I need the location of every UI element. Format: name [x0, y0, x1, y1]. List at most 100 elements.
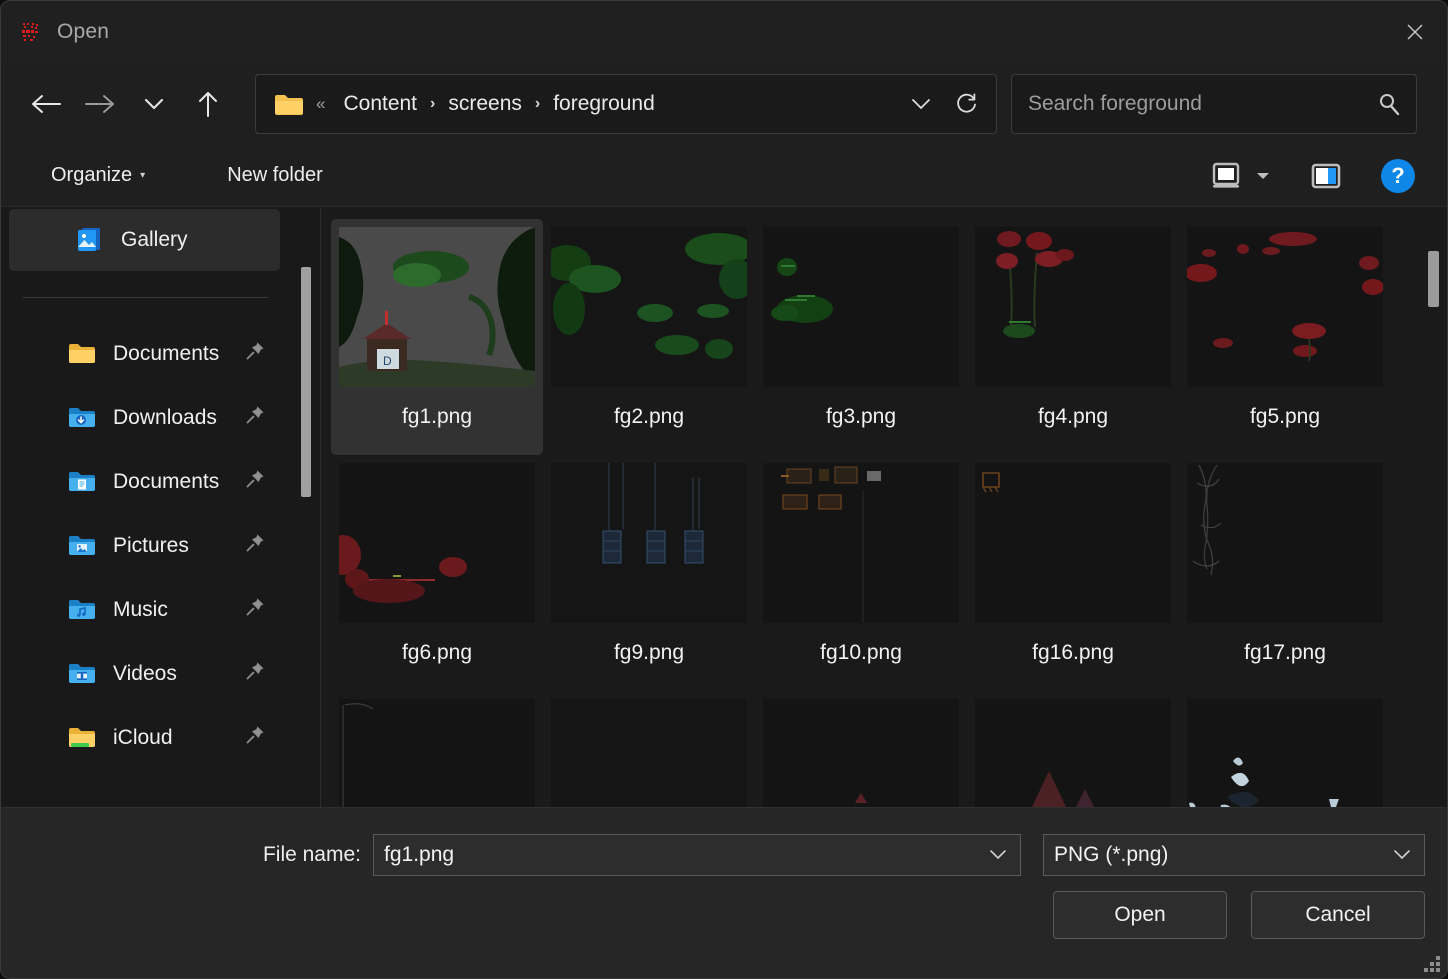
chevron-down-icon[interactable] — [988, 848, 1008, 863]
window-title: Open — [57, 20, 110, 43]
close-button[interactable] — [1383, 1, 1447, 63]
sidebar-item-icloud[interactable]: iCloud — [1, 706, 320, 770]
sidebar-label: Documents — [113, 470, 220, 493]
pin-icon[interactable] — [244, 404, 266, 432]
file-item[interactable] — [755, 691, 967, 807]
file-item[interactable]: fg10.png — [755, 455, 967, 691]
folder-downloads-icon — [67, 403, 97, 433]
file-name: fg17.png — [1244, 641, 1326, 664]
search-box[interactable] — [1011, 74, 1417, 134]
file-name-value: fg1.png — [384, 843, 455, 866]
file-thumbnail — [1187, 699, 1383, 807]
file-item[interactable] — [967, 691, 1179, 807]
file-item[interactable]: fg17.png — [1179, 455, 1391, 691]
folder-documents-icon — [67, 467, 97, 497]
open-button[interactable]: Open — [1053, 891, 1227, 939]
breadcrumb-foreground[interactable]: foreground — [549, 89, 659, 119]
file-item[interactable] — [331, 691, 543, 807]
file-item[interactable]: fg2.png — [543, 219, 755, 455]
file-name: fg16.png — [1032, 641, 1114, 664]
preview-pane-icon[interactable] — [1303, 153, 1349, 199]
file-list-scrollbar-thumb[interactable] — [1428, 251, 1439, 307]
file-name: fg3.png — [825, 405, 897, 428]
file-item[interactable]: fg6.png — [331, 455, 543, 691]
command-bar: Organize ▾ New folder ? — [1, 145, 1447, 207]
search-icon[interactable] — [1376, 91, 1402, 117]
file-item[interactable] — [1179, 691, 1391, 807]
organize-button[interactable]: Organize ▾ — [41, 158, 155, 193]
sidebar-item-documents-local[interactable]: Documents — [1, 322, 320, 386]
new-folder-button[interactable]: New folder — [217, 158, 333, 193]
file-thumbnail — [1187, 227, 1383, 387]
breadcrumb-separator-1[interactable]: › — [430, 95, 435, 113]
folder-yellow-icon — [67, 339, 97, 369]
file-type-row: PNG (*.png) — [1043, 834, 1425, 876]
help-button[interactable]: ? — [1375, 153, 1421, 199]
pin-icon[interactable] — [244, 596, 266, 624]
chevron-down-icon[interactable] — [898, 81, 944, 127]
up-button[interactable] — [181, 80, 235, 128]
file-name: fg9.png — [613, 641, 685, 664]
sidebar-label: Videos — [113, 662, 177, 685]
file-thumbnail: D — [339, 227, 535, 387]
open-label: Open — [1114, 903, 1166, 926]
file-thumbnail — [975, 699, 1171, 807]
breadcrumb-screens[interactable]: screens — [444, 89, 526, 119]
pin-icon[interactable] — [244, 532, 266, 560]
file-item[interactable]: fg4.png — [967, 219, 1179, 455]
file-name-label: File name: — [262, 843, 361, 866]
file-name: fg4.png — [1037, 405, 1109, 428]
address-bar[interactable]: « Content › screens › foreground — [255, 74, 997, 134]
breadcrumb-separator-2[interactable]: › — [535, 95, 540, 113]
forward-button[interactable] — [73, 80, 127, 128]
view-layout-icon[interactable] — [1203, 153, 1249, 199]
search-input[interactable] — [1028, 92, 1376, 116]
file-name-input[interactable]: fg1.png — [373, 834, 1021, 876]
sidebar-item-videos[interactable]: Videos — [1, 642, 320, 706]
sidebar-item-documents-cloud[interactable]: Documents — [1, 450, 320, 514]
file-thumbnail — [975, 463, 1171, 623]
sidebar-item-pictures[interactable]: Pictures — [1, 514, 320, 578]
navigation-bar: « Content › screens › foreground — [1, 63, 1447, 145]
breadcrumb-content[interactable]: Content — [339, 89, 421, 119]
back-button[interactable] — [19, 80, 73, 128]
pin-icon[interactable] — [244, 724, 266, 752]
resize-grip[interactable] — [1422, 954, 1440, 972]
cancel-button[interactable]: Cancel — [1251, 891, 1425, 939]
chevron-down-icon[interactable] — [1392, 848, 1412, 863]
view-dropdown-caret-icon[interactable] — [1249, 153, 1277, 199]
folder-icon — [274, 92, 304, 117]
sidebar-item-music[interactable]: Music — [1, 578, 320, 642]
file-thumbnail — [339, 699, 535, 807]
file-item[interactable]: fg3.png — [755, 219, 967, 455]
new-folder-label: New folder — [227, 164, 323, 186]
file-item[interactable]: D fg1.png — [331, 219, 543, 455]
breadcrumb-overflow[interactable]: « — [316, 94, 325, 114]
folder-music-icon — [67, 595, 97, 625]
refresh-icon[interactable] — [944, 81, 990, 127]
sidebar-label-gallery: Gallery — [121, 228, 188, 251]
file-thumbnail — [551, 227, 747, 387]
file-thumbnail — [1187, 463, 1383, 623]
file-item[interactable]: fg9.png — [543, 455, 755, 691]
file-item[interactable]: fg5.png — [1179, 219, 1391, 455]
file-name: fg10.png — [820, 641, 902, 664]
file-thumbnail — [975, 227, 1171, 387]
recent-locations-button[interactable] — [127, 80, 181, 128]
file-list-scrollbar[interactable] — [1428, 207, 1444, 807]
pin-icon[interactable] — [244, 340, 266, 368]
dialog-buttons: Open Cancel — [1053, 891, 1425, 939]
file-item[interactable]: fg16.png — [967, 455, 1179, 691]
pin-icon[interactable] — [244, 660, 266, 688]
file-name: fg2.png — [613, 405, 685, 428]
file-name: fg1.png — [401, 405, 473, 428]
sidebar-item-downloads[interactable]: Downloads — [1, 386, 320, 450]
sidebar-scrollbar-thumb[interactable] — [301, 267, 311, 497]
app-logo-icon — [19, 20, 43, 44]
sidebar-label: Downloads — [113, 406, 217, 429]
gallery-icon — [75, 225, 105, 255]
sidebar-item-gallery[interactable]: Gallery — [9, 209, 280, 271]
file-type-select[interactable]: PNG (*.png) — [1043, 834, 1425, 876]
file-item[interactable] — [543, 691, 755, 807]
pin-icon[interactable] — [244, 468, 266, 496]
